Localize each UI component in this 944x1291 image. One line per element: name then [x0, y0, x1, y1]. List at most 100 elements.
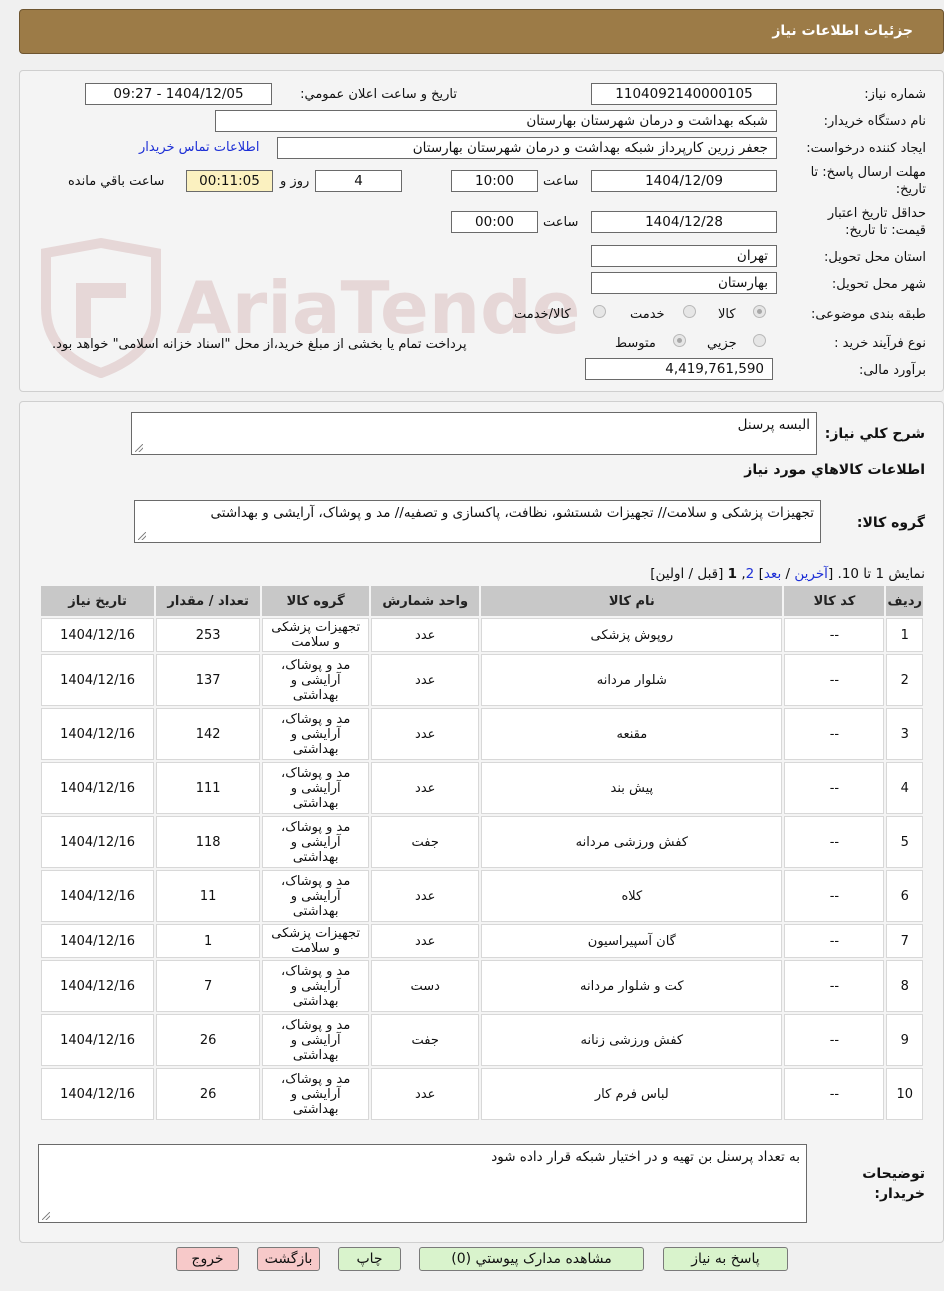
exit-button[interactable]: خروج [176, 1247, 239, 1271]
validity-time-field: 00:00 [451, 211, 538, 233]
cell-row-number: 2 [886, 654, 923, 706]
cell-item-code: -- [784, 1014, 885, 1066]
cell-unit: عدد [371, 1068, 480, 1120]
announce-label: تاريخ و ساعت اعلان عمومي: [300, 87, 457, 102]
creator-field: جعفر زرین کارپرداز شبکه بهداشت و درمان ش… [277, 137, 777, 159]
cell-row-number: 8 [886, 960, 923, 1012]
category-radio-goods[interactable] [753, 305, 766, 318]
cell-item-code: -- [784, 654, 885, 706]
cell-item-name: روپوش پزشکی [481, 618, 783, 652]
buyer-notes-label-line2: خریدار: [874, 1186, 925, 1202]
cell-row-number: 4 [886, 762, 923, 814]
table-row: 3 -- مقنعه عدد مد و پوشاک، آرایشی و بهداشتی 1… [41, 708, 923, 760]
cell-quantity: 253 [156, 618, 261, 652]
cell-unit: عدد [371, 762, 480, 814]
city-field: بهارستان [591, 272, 777, 294]
items-table: رديف کد کالا نام کالا واحد شمارش گروه کا… [39, 584, 925, 1122]
cell-group: مد و پوشاک، آرایشی و بهداشتی [262, 960, 370, 1012]
cell-group: مد و پوشاک، آرایشی و بهداشتی [262, 762, 370, 814]
pagination-current-page: 1 [727, 566, 738, 582]
back-button[interactable]: بازگشت [257, 1247, 320, 1271]
table-row: 1 -- روپوش پزشکی عدد تجهیزات پزشکی و سلامت 25… [41, 618, 923, 652]
category-radio-service[interactable] [683, 305, 696, 318]
remaining-time-field: 00:11:05 [186, 170, 273, 192]
validity-date-field: 1404/12/28 [591, 211, 777, 233]
process-radio-minor[interactable] [753, 334, 766, 347]
validity-label-line1: حداقل تاريخ اعتبار [827, 206, 926, 221]
payment-note: پرداخت تمام یا بخشی از مبلغ خرید،از محل … [52, 337, 467, 352]
remaining-label: ساعت باقي مانده [68, 174, 165, 189]
cell-group: مد و پوشاک، آرایشی و بهداشتی [262, 816, 370, 868]
page-title-bar: جزئیات اطلاعات نیاز [19, 9, 944, 54]
province-field: تهران [591, 245, 777, 267]
category-radio-goods-service[interactable] [593, 305, 606, 318]
cell-item-name: گان آسپیراسیون [481, 924, 783, 958]
col-header-item-code: کد کالا [784, 586, 885, 616]
deadline-label-line1: مهلت ارسال پاسخ: تا [810, 165, 926, 180]
cell-item-code: -- [784, 762, 885, 814]
buyer-notes-label-line1: توضیحات [862, 1166, 925, 1182]
cell-need-date: 1404/12/16 [41, 1068, 155, 1120]
page-title: جزئیات اطلاعات نیاز [772, 23, 913, 39]
pagination-next-link[interactable]: بعد [764, 566, 781, 582]
deadline-date-field: 1404/12/09 [591, 170, 777, 192]
print-button[interactable]: چاپ [338, 1247, 401, 1271]
cell-row-number: 10 [886, 1068, 923, 1120]
buyer-notes-textarea[interactable]: به تعداد پرسنل بن تهیه و در اختیار شبکه … [38, 1144, 807, 1223]
process-label: نوع فرآيند خريد : [834, 336, 926, 351]
cell-need-date: 1404/12/16 [41, 960, 155, 1012]
cell-row-number: 6 [886, 870, 923, 922]
category-option-goods-service: کالا/خدمت [514, 307, 571, 322]
province-label: استان محل تحويل: [824, 250, 926, 265]
cell-item-name: مقنعه [481, 708, 783, 760]
buyer-contact-link[interactable]: اطلاعات تماس خريدار [139, 140, 259, 155]
col-header-item-name: نام کالا [481, 586, 783, 616]
cell-unit: عدد [371, 618, 480, 652]
cell-need-date: 1404/12/16 [41, 654, 155, 706]
cell-group: مد و پوشاک، آرایشی و بهداشتی [262, 1014, 370, 1066]
city-label: شهر محل تحويل: [831, 277, 926, 292]
cell-item-code: -- [784, 924, 885, 958]
cell-item-name: کفش ورزشی مردانه [481, 816, 783, 868]
days-field: 4 [315, 170, 402, 192]
pagination-page-2[interactable]: 2 [746, 566, 755, 582]
pagination: نمايش 1 تا 10. [آخرين / بعد] 2, 1 [قبل /… [650, 566, 925, 582]
cell-row-number: 1 [886, 618, 923, 652]
cell-row-number: 7 [886, 924, 923, 958]
goods-group-textarea[interactable]: تجهیزات پزشکی و سلامت// تجهیزات شستشو، ن… [134, 500, 821, 543]
summary-textarea[interactable]: البسه پرسنل [131, 412, 817, 455]
resize-grip-icon[interactable] [135, 444, 143, 452]
cell-item-code: -- [784, 1068, 885, 1120]
cell-group: مد و پوشاک، آرایشی و بهداشتی [262, 1068, 370, 1120]
reply-button[interactable]: پاسخ به نياز [663, 1247, 788, 1271]
pagination-last-link[interactable]: آخرين [794, 566, 828, 582]
cell-unit: عدد [371, 924, 480, 958]
category-option-service: خدمت [630, 307, 665, 322]
resize-grip-icon[interactable] [42, 1212, 50, 1220]
need-number-label: شماره نیاز: [864, 87, 926, 102]
cell-need-date: 1404/12/16 [41, 870, 155, 922]
pagination-prev-first: [قبل / اولين] [650, 566, 724, 582]
cell-quantity: 26 [156, 1068, 261, 1120]
deadline-label-line2: تاريخ: [895, 182, 926, 197]
cell-row-number: 5 [886, 816, 923, 868]
col-header-quantity: تعداد / مقدار [156, 586, 261, 616]
cell-item-code: -- [784, 816, 885, 868]
days-label: روز و [280, 174, 310, 189]
cell-unit: جفت [371, 816, 480, 868]
cell-item-name: پیش بند [481, 762, 783, 814]
buyer-org-field: شبکه بهداشت و درمان شهرستان بهارستان [215, 110, 777, 132]
validity-label-line2: قيمت: تا تاريخ: [845, 223, 926, 238]
table-row: 7 -- گان آسپیراسیون عدد تجهیزات پزشکی و سلام… [41, 924, 923, 958]
resize-grip-icon[interactable] [138, 532, 146, 540]
need-number-field: 1104092140000105 [591, 83, 777, 105]
process-radio-medium[interactable] [673, 334, 686, 347]
cell-need-date: 1404/12/16 [41, 762, 155, 814]
table-row: 4 -- پیش بند عدد مد و پوشاک، آرایشی و بهداشت… [41, 762, 923, 814]
table-row: 10 -- لباس فرم کار عدد مد و پوشاک، آرایشی و … [41, 1068, 923, 1120]
cell-quantity: 11 [156, 870, 261, 922]
view-attachments-button[interactable]: مشاهده مدارک پيوستي (0) [419, 1247, 644, 1271]
cell-item-name: کفش ورزشی زنانه [481, 1014, 783, 1066]
cell-item-code: -- [784, 960, 885, 1012]
buyer-org-label: نام دستگاه خريدار: [823, 114, 926, 129]
